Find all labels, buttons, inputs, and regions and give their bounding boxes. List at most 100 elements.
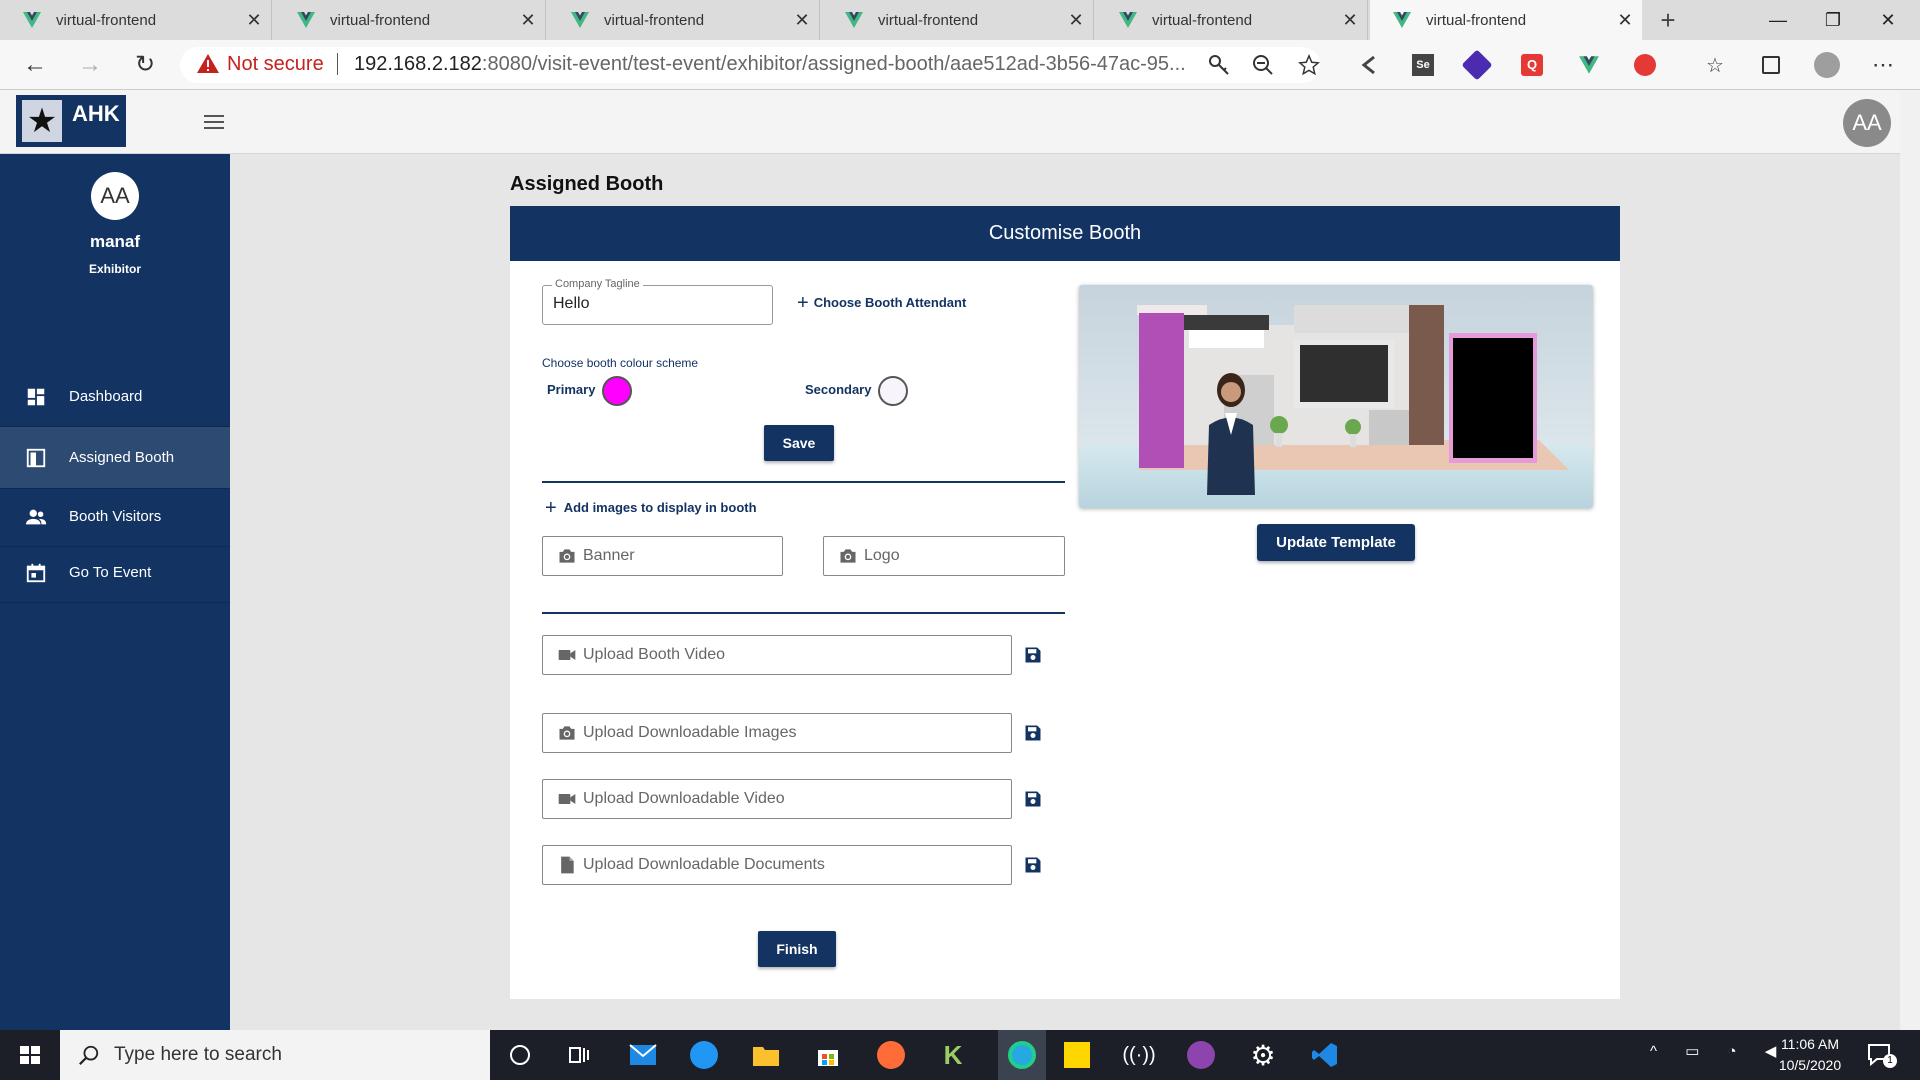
page-scrollbar[interactable] — [1900, 90, 1920, 1030]
browser-tab[interactable]: virtual-frontend ✕ — [548, 0, 820, 40]
settings-gear-icon[interactable]: ⚙ — [1246, 1038, 1280, 1072]
primary-colour-picker[interactable] — [602, 376, 632, 406]
hamburger-menu-icon[interactable] — [202, 110, 226, 134]
divider — [542, 612, 1065, 614]
choose-booth-attendant-label: Choose Booth Attendant — [813, 295, 967, 310]
sidebar-item-go-to-event[interactable]: Go To Event — [0, 543, 230, 603]
camera-icon — [559, 726, 575, 740]
url-host: 192.168.2.182 — [354, 53, 482, 75]
update-template-button[interactable]: Update Template — [1257, 524, 1415, 561]
xampp-icon[interactable]: K — [936, 1038, 970, 1072]
edge-icon[interactable] — [998, 1030, 1046, 1080]
user-avatar[interactable]: AA — [1843, 99, 1891, 147]
add-images-button[interactable]: + Add images to display in booth — [545, 496, 757, 519]
windows-start-icon[interactable] — [0, 1030, 60, 1080]
secondary-colour-label: Secondary — [805, 382, 872, 397]
save-floppy-icon[interactable] — [1023, 723, 1043, 743]
notification-center-icon[interactable]: 1 — [1865, 1040, 1897, 1070]
extension-badge-icon[interactable] — [1461, 49, 1493, 81]
save-floppy-icon[interactable] — [1023, 645, 1043, 665]
clock-date: 10/5/2020 — [1778, 1057, 1842, 1073]
red-extension-icon[interactable]: Q — [1517, 50, 1547, 80]
save-floppy-icon[interactable] — [1023, 789, 1043, 809]
adblock-icon[interactable] — [1630, 50, 1660, 80]
close-tab-icon[interactable]: ✕ — [511, 10, 545, 31]
back-button[interactable]: ← — [17, 50, 53, 80]
vue-logo-icon — [297, 12, 315, 28]
sidebar-item-booth-visitors[interactable]: Booth Visitors — [0, 487, 230, 547]
company-tagline-value[interactable]: Hello — [553, 295, 589, 313]
task-view-icon[interactable] — [562, 1038, 596, 1072]
close-tab-icon[interactable]: ✕ — [1333, 10, 1367, 31]
cortana-icon[interactable] — [503, 1038, 537, 1072]
url-text[interactable]: 192.168.2.182:8080/visit-event/test-even… — [354, 52, 1194, 76]
close-window-button[interactable]: ✕ — [1858, 0, 1918, 40]
star-logo-icon: ★ — [22, 100, 62, 142]
postman-icon[interactable] — [874, 1038, 908, 1072]
vue-logo-icon — [845, 12, 863, 28]
sticky-notes-icon[interactable] — [1060, 1038, 1094, 1072]
vue-devtools-icon[interactable] — [1574, 50, 1604, 80]
sidebar-user-role: Exhibitor — [88, 262, 141, 276]
sidebar-item-label: Go To Event — [69, 564, 152, 581]
search-placeholder: Type here to search — [114, 1044, 282, 1065]
upload-booth-video-field[interactable]: Upload Booth Video — [542, 635, 1012, 675]
browser-tab[interactable]: virtual-frontend ✕ — [0, 0, 272, 40]
selenium-extension-icon[interactable]: Se — [1408, 50, 1438, 80]
forward-button[interactable]: → — [72, 50, 108, 80]
broadcast-icon[interactable]: ((·)) — [1122, 1038, 1156, 1072]
banner-upload-field[interactable]: Banner — [542, 536, 783, 576]
new-tab-button[interactable]: + — [1650, 6, 1686, 34]
security-status[interactable]: Not secure — [227, 52, 324, 76]
taskbar-search-box[interactable]: Type here to search — [60, 1030, 490, 1080]
sidebar-item-label: Booth Visitors — [69, 508, 162, 525]
secondary-colour-picker[interactable] — [878, 376, 908, 406]
browser-tab[interactable]: virtual-frontend ✕ — [274, 0, 546, 40]
app-logo[interactable]: ★ AHK — [16, 95, 126, 147]
favorite-star-icon[interactable] — [1294, 50, 1324, 80]
extension-icon[interactable] — [1354, 50, 1384, 80]
restore-button[interactable]: ❐ — [1803, 0, 1863, 40]
upload-downloadable-video-field[interactable]: Upload Downloadable Video — [542, 779, 1012, 819]
sidebar-item-dashboard[interactable]: Dashboard — [0, 367, 230, 427]
zoom-out-icon[interactable] — [1248, 50, 1278, 80]
mail-icon[interactable] — [626, 1038, 660, 1072]
save-floppy-icon[interactable] — [1023, 855, 1043, 875]
save-button[interactable]: Save — [764, 425, 834, 461]
sidebar-item-assigned-booth[interactable]: Assigned Booth — [0, 427, 230, 489]
close-tab-icon[interactable]: ✕ — [237, 10, 271, 31]
dashboard-icon — [27, 388, 45, 405]
vscode-icon[interactable] — [1308, 1038, 1342, 1072]
file-explorer-icon[interactable] — [749, 1038, 783, 1072]
upload-downloadable-documents-field[interactable]: Upload Downloadable Documents — [542, 845, 1012, 885]
browser-tab-active[interactable]: virtual-frontend ✕ — [1370, 0, 1642, 40]
close-tab-icon[interactable]: ✕ — [785, 10, 819, 31]
close-tab-icon[interactable]: ✕ — [1059, 10, 1093, 31]
close-tab-icon[interactable]: ✕ — [1608, 10, 1642, 31]
finish-button[interactable]: Finish — [758, 931, 836, 967]
reload-button[interactable]: ↻ — [127, 50, 163, 80]
add-images-label: Add images to display in booth — [563, 500, 757, 515]
favorites-list-icon[interactable]: ☆ — [1700, 50, 1730, 80]
system-clock[interactable]: 11:06 AM 10/5/2020 — [1760, 1034, 1860, 1076]
minimize-button[interactable]: — — [1748, 0, 1808, 40]
video-icon — [558, 794, 576, 804]
vue-logo-icon — [23, 12, 41, 28]
key-icon[interactable] — [1204, 50, 1234, 80]
browser-tab[interactable]: virtual-frontend ✕ — [1096, 0, 1368, 40]
browser-tab[interactable]: virtual-frontend ✕ — [822, 0, 1094, 40]
profile-icon[interactable] — [1812, 50, 1842, 80]
system-tray-icons[interactable]: ^ ▭ ◔ ◀ — [1650, 1042, 1776, 1068]
upload-downloadable-images-field[interactable]: Upload Downloadable Images — [542, 713, 1012, 753]
collections-icon[interactable] — [1756, 50, 1786, 80]
tab-title: virtual-frontend — [604, 11, 705, 29]
edge-legacy-icon[interactable] — [687, 1038, 721, 1072]
plus-icon: + — [545, 496, 557, 519]
choose-booth-attendant-button[interactable]: + Choose Booth Attendant — [797, 293, 967, 313]
github-desktop-icon[interactable] — [1184, 1038, 1218, 1072]
more-menu-icon[interactable]: ⋯ — [1868, 50, 1898, 80]
tab-title: virtual-frontend — [330, 11, 431, 29]
logo-upload-field[interactable]: Logo — [823, 536, 1065, 576]
store-icon[interactable] — [811, 1038, 845, 1072]
tab-title: virtual-frontend — [1426, 11, 1527, 29]
